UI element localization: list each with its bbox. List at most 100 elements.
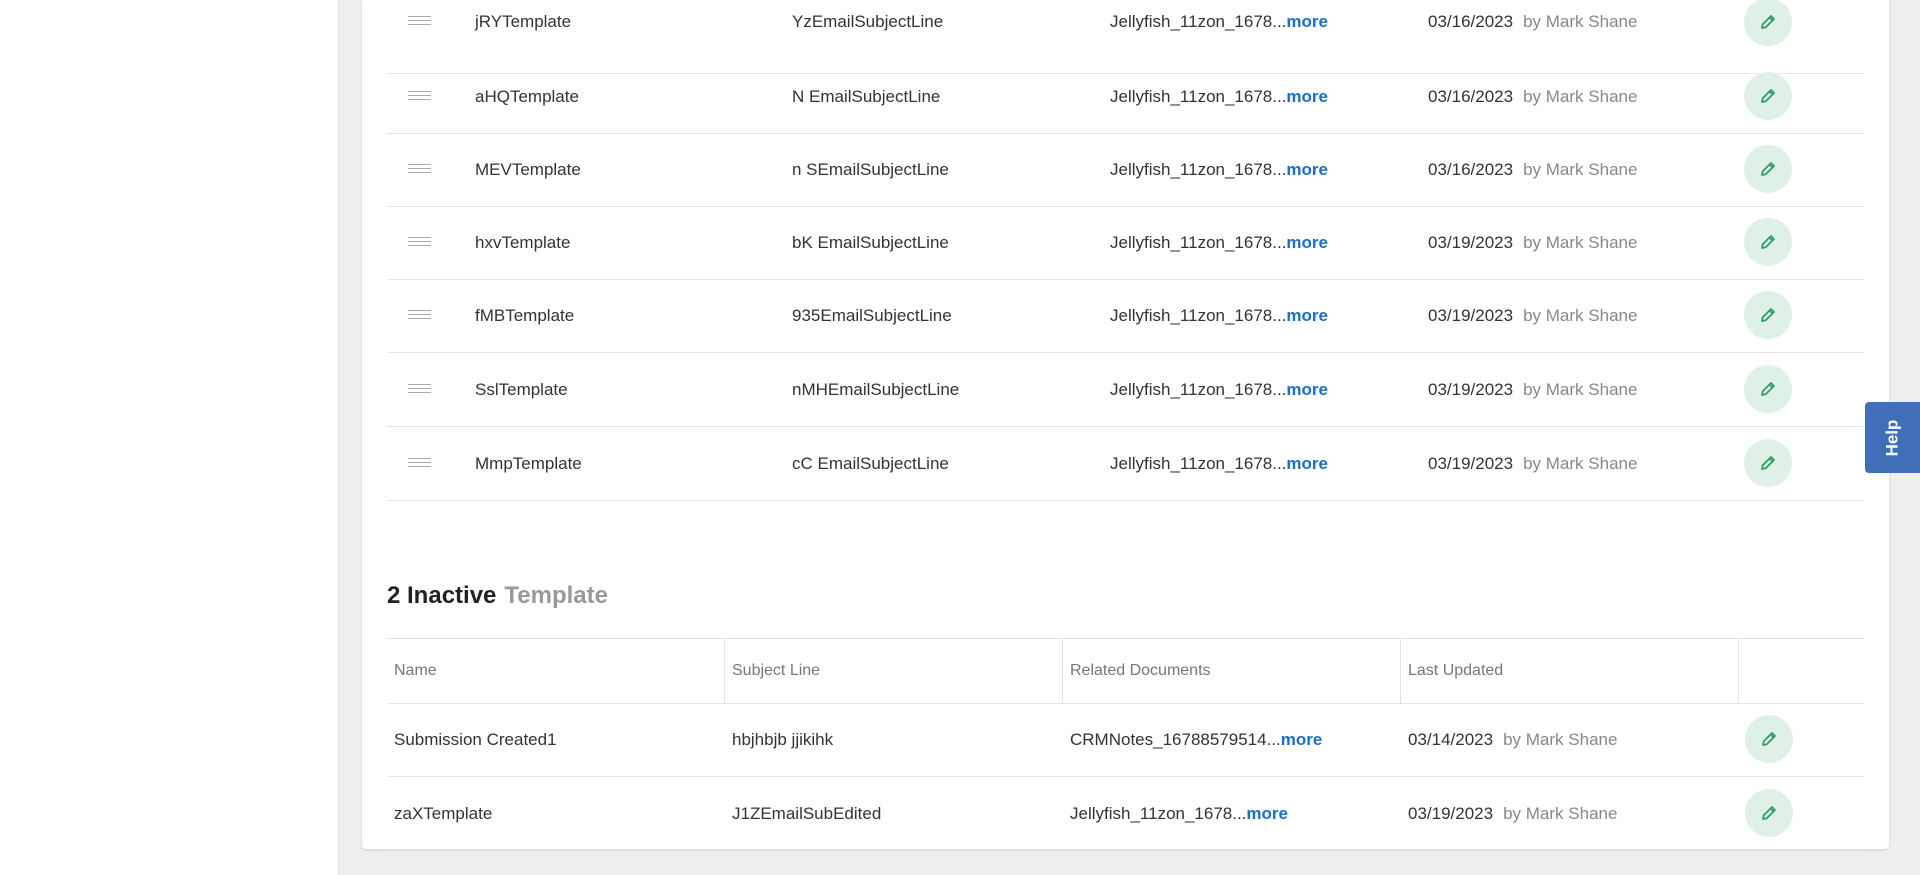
template-name: hxvTemplate (475, 233, 571, 252)
drag-handle-icon[interactable] (408, 164, 431, 175)
drag-handle-icon[interactable] (408, 16, 431, 27)
drag-handle-icon[interactable] (408, 91, 431, 102)
updated-by: by Mark Shane (1523, 306, 1638, 325)
more-link[interactable]: more (1246, 804, 1288, 823)
related-documents: Jellyfish_11zon_1678...more (1110, 60, 1328, 133)
edit-button[interactable] (1744, 145, 1792, 193)
related-documents: CRMNotes_16788579514...more (1063, 703, 1322, 776)
edit-button[interactable] (1744, 365, 1792, 413)
last-updated: 03/16/2023 by Mark Shane (1428, 133, 1637, 206)
document-name: Jellyfish_11zon_1678... (1110, 233, 1287, 252)
template-name: MEVTemplate (475, 160, 581, 179)
updated-date: 03/16/2023 (1428, 87, 1514, 106)
pencil-icon (1761, 456, 1775, 470)
table-row[interactable]: zaXTemplate J1ZEmailSubEdited Jellyfish_… (387, 777, 1864, 851)
pencil-icon (1761, 89, 1775, 103)
pencil-icon (1761, 15, 1775, 29)
edit-button[interactable] (1744, 439, 1792, 487)
help-label: Help (1882, 419, 1902, 456)
edit-button[interactable] (1745, 715, 1793, 763)
scrollbar-thumb[interactable] (1911, 0, 1917, 590)
column-header-subject[interactable]: Subject Line (725, 639, 1063, 703)
updated-date: 03/19/2023 (1428, 454, 1514, 473)
table-row[interactable]: SslTemplate nMHEmailSubjectLine Jellyfis… (387, 353, 1864, 427)
document-name: Jellyfish_11zon_1678... (1110, 87, 1287, 106)
updated-by: by Mark Shane (1523, 380, 1638, 399)
column-header-name[interactable]: Name (387, 639, 725, 703)
pencil-icon (1761, 308, 1775, 322)
more-link[interactable]: more (1286, 454, 1328, 473)
updated-date: 03/19/2023 (1408, 804, 1494, 823)
subject-line: J1ZEmailSubEdited (732, 804, 882, 823)
subject-line: n SEmailSubjectLine (792, 160, 949, 179)
subject-line: N EmailSubjectLine (792, 87, 941, 106)
drag-handle-icon[interactable] (408, 384, 431, 395)
template-name: zaXTemplate (394, 804, 493, 823)
updated-by: by Mark Shane (1523, 233, 1638, 252)
document-name: Jellyfish_11zon_1678... (1110, 12, 1287, 31)
last-updated: 03/19/2023 by Mark Shane (1428, 279, 1637, 352)
more-link[interactable]: more (1281, 730, 1323, 749)
related-documents: Jellyfish_11zon_1678...more (1110, 206, 1328, 279)
updated-date: 03/16/2023 (1428, 160, 1514, 179)
more-link[interactable]: more (1286, 233, 1328, 252)
template-name: SslTemplate (475, 380, 568, 399)
updated-by: by Mark Shane (1523, 12, 1638, 31)
table-row[interactable]: hxvTemplate bK EmailSubjectLine Jellyfis… (387, 206, 1864, 280)
more-link[interactable]: more (1286, 87, 1328, 106)
template-name: aHQTemplate (475, 87, 579, 106)
related-documents: Jellyfish_11zon_1678...more (1110, 427, 1328, 500)
scrollbar[interactable] (1908, 0, 1920, 875)
subject-line: 935EmailSubjectLine (792, 306, 952, 325)
document-name: CRMNotes_16788579514... (1070, 730, 1281, 749)
inactive-section-title: 2 Inactive Template (387, 582, 608, 610)
table-row[interactable]: aHQTemplate N EmailSubjectLine Jellyfish… (387, 60, 1864, 134)
column-header-actions (1739, 639, 1864, 703)
column-header-last-updated[interactable]: Last Updated (1401, 639, 1739, 703)
drag-handle-icon[interactable] (408, 237, 431, 248)
drag-handle-icon[interactable] (408, 458, 431, 469)
more-link[interactable]: more (1286, 306, 1328, 325)
updated-date: 03/19/2023 (1428, 306, 1514, 325)
table-row[interactable]: MmpTemplate cC EmailSubjectLine Jellyfis… (387, 427, 1864, 501)
subject-line: cC EmailSubjectLine (792, 454, 949, 473)
updated-date: 03/14/2023 (1408, 730, 1494, 749)
last-updated: 03/19/2023 by Mark Shane (1401, 777, 1617, 850)
updated-date: 03/16/2023 (1428, 12, 1514, 31)
more-link[interactable]: more (1286, 12, 1328, 31)
edit-button[interactable] (1745, 789, 1793, 837)
more-link[interactable]: more (1286, 160, 1328, 179)
document-name: Jellyfish_11zon_1678... (1110, 454, 1287, 473)
last-updated: 03/16/2023 by Mark Shane (1428, 60, 1637, 133)
updated-date: 03/19/2023 (1428, 233, 1514, 252)
template-name: MmpTemplate (475, 454, 582, 473)
pencil-icon (1761, 162, 1775, 176)
left-sidebar (0, 0, 339, 875)
last-updated: 03/19/2023 by Mark Shane (1428, 427, 1637, 500)
related-documents: Jellyfish_11zon_1678...more (1110, 353, 1328, 426)
updated-by: by Mark Shane (1523, 160, 1638, 179)
document-name: Jellyfish_11zon_1678... (1070, 804, 1247, 823)
pencil-icon (1761, 382, 1775, 396)
edit-button[interactable] (1744, 218, 1792, 266)
updated-date: 03/19/2023 (1428, 380, 1514, 399)
column-header-documents[interactable]: Related Documents (1063, 639, 1401, 703)
table-header: Name Subject Line Related Documents Last… (387, 639, 1864, 704)
drag-handle-icon[interactable] (408, 310, 431, 321)
last-updated: 03/14/2023 by Mark Shane (1401, 703, 1617, 776)
edit-button[interactable] (1744, 291, 1792, 339)
updated-by: by Mark Shane (1523, 454, 1638, 473)
pencil-icon (1762, 732, 1776, 746)
more-link[interactable]: more (1286, 380, 1328, 399)
subject-line: nMHEmailSubjectLine (792, 380, 960, 399)
table-row[interactable]: MEVTemplate n SEmailSubjectLine Jellyfis… (387, 133, 1864, 207)
table-row[interactable]: fMBTemplate 935EmailSubjectLine Jellyfis… (387, 279, 1864, 353)
edit-button[interactable] (1744, 72, 1792, 120)
inactive-count: 2 Inactive (387, 582, 497, 609)
updated-by: by Mark Shane (1503, 804, 1618, 823)
document-name: Jellyfish_11zon_1678... (1110, 306, 1287, 325)
document-name: Jellyfish_11zon_1678... (1110, 380, 1287, 399)
edit-button[interactable] (1744, 0, 1792, 46)
table-row[interactable]: Submission Created1 hbjhbjb jjikihk CRMN… (387, 703, 1864, 777)
document-name: Jellyfish_11zon_1678... (1110, 160, 1287, 179)
